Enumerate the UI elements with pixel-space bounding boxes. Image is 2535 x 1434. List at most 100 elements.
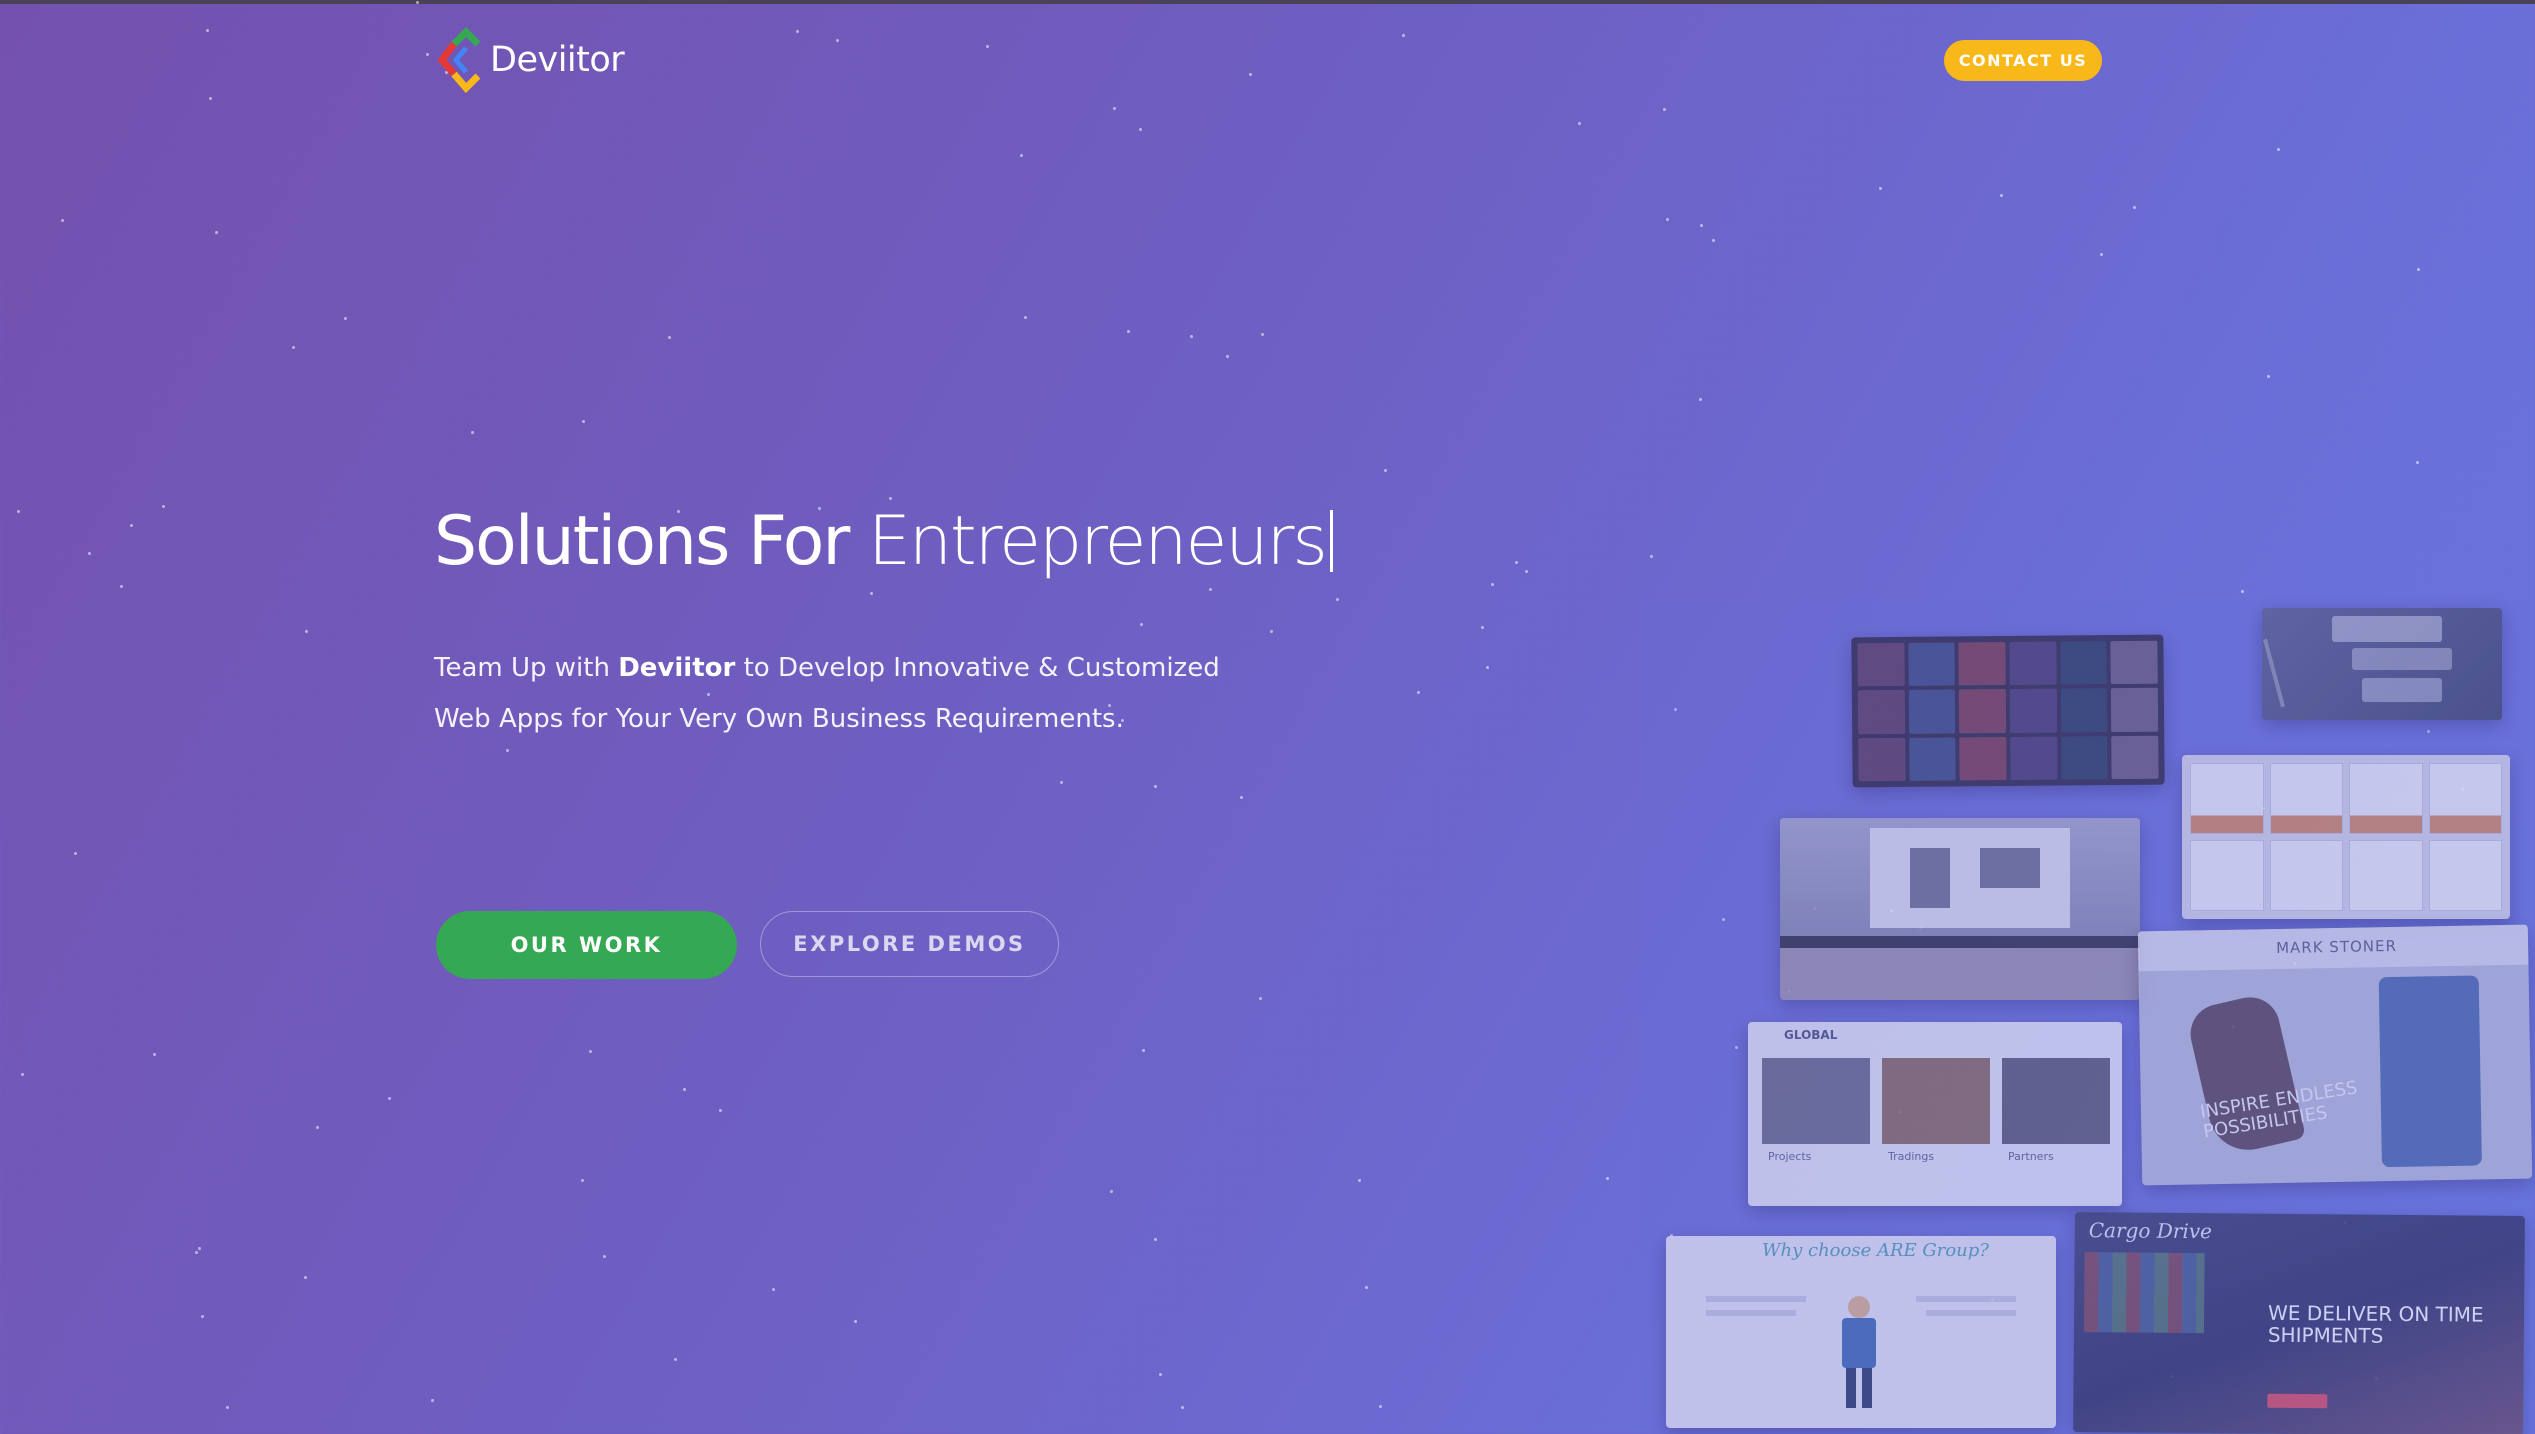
star-dot <box>2133 206 2136 209</box>
star-dot <box>388 1097 391 1100</box>
star-dot <box>1154 785 1157 788</box>
star-dot <box>796 30 799 33</box>
showcase-movie-grid[interactable] <box>1851 634 2165 788</box>
furniture-thumbnail <box>2428 763 2502 834</box>
our-work-button[interactable]: OUR WORK <box>436 911 737 979</box>
star-dot <box>1159 1373 1162 1376</box>
star-dot <box>1722 918 1725 921</box>
star-dot <box>1700 224 1703 227</box>
star-dot <box>1110 1190 1113 1193</box>
window-top-border <box>0 0 2535 4</box>
star-dot <box>1127 330 1130 333</box>
furniture-thumbnail <box>2269 840 2343 911</box>
star-dot <box>581 1179 584 1182</box>
logo-icon <box>434 22 490 98</box>
star-dot <box>201 1315 204 1318</box>
star-dot <box>130 524 133 527</box>
star-dot <box>431 1399 434 1402</box>
movie-thumbnail <box>1959 736 2007 781</box>
star-dot <box>1379 1405 1382 1408</box>
star-dot <box>1249 73 1252 76</box>
star-dot <box>120 585 123 588</box>
star-dot <box>1020 154 1023 157</box>
star-dot <box>195 1251 198 1254</box>
star-dot <box>1024 316 1027 319</box>
star-dot <box>426 53 429 56</box>
star-dot <box>88 552 91 555</box>
hero-title-static: Solutions For <box>434 502 850 581</box>
movie-thumbnail <box>1908 689 1956 734</box>
movie-thumbnail <box>1908 642 1956 687</box>
star-dot <box>1578 122 1581 125</box>
star-dot <box>1650 555 1653 558</box>
star-dot <box>198 1247 201 1250</box>
star-dot <box>215 231 218 234</box>
movie-thumbnail <box>1858 737 1906 782</box>
showcase-global-trading[interactable]: GLOBAL Projects Tradings Partners <box>1748 1022 2122 1206</box>
star-dot <box>870 592 873 595</box>
star-dot <box>1142 1049 1145 1052</box>
furniture-thumbnail <box>2190 763 2264 834</box>
showcase-are-group[interactable]: Why choose ARE Group? <box>1666 1236 2056 1428</box>
explore-demos-button[interactable]: EXPLORE DEMOS <box>760 911 1059 977</box>
star-dot <box>153 1053 156 1056</box>
global-col-3: Partners <box>2008 1150 2054 1163</box>
star-dot <box>305 630 308 633</box>
movie-thumbnail <box>2010 736 2058 780</box>
showcase-architecture[interactable] <box>1780 818 2140 1000</box>
showcase-photo-tools[interactable] <box>2262 608 2502 720</box>
showcase-mark-stoner[interactable]: MARK STONER INSPIRE ENDLESS POSSIBILITIE… <box>2137 924 2533 1186</box>
furniture-thumbnail <box>2349 763 2423 834</box>
star-dot <box>209 97 212 100</box>
star-dot <box>17 510 20 513</box>
star-dot <box>1402 34 1405 37</box>
are-heading: Why choose ARE Group? <box>1762 1240 1989 1261</box>
star-dot <box>589 1050 592 1053</box>
showcase-furniture-catalog[interactable] <box>2182 755 2510 919</box>
star-dot <box>1259 997 1262 1000</box>
logo-wordmark: Deviitor <box>490 40 625 80</box>
showcase-cargo-drive[interactable]: Cargo Drive WE DELIVER ON TIME SHIPMENTS <box>2073 1212 2525 1434</box>
star-dot <box>1226 355 1229 358</box>
star-dot <box>21 1073 24 1076</box>
movie-thumbnail <box>2060 688 2108 733</box>
star-dot <box>1240 796 1243 799</box>
movie-thumbnail <box>2060 641 2108 685</box>
movie-thumbnail <box>1857 642 1905 687</box>
star-dot <box>719 1109 722 1112</box>
movie-thumbnail <box>2111 688 2159 732</box>
typing-cursor <box>1329 510 1333 572</box>
star-dot <box>316 1126 319 1129</box>
hero-subtitle-brand: Deviitor <box>618 653 736 683</box>
star-dot <box>836 39 839 42</box>
star-dot <box>74 852 77 855</box>
star-dot <box>1181 1406 1184 1409</box>
star-dot <box>668 336 671 339</box>
star-dot <box>2267 375 2270 378</box>
star-dot <box>206 29 209 32</box>
contact-us-button[interactable]: CONTACT US <box>1944 40 2102 81</box>
star-dot <box>304 1276 307 1279</box>
star-dot <box>1154 1238 1157 1241</box>
hero-subtitle-rest: to Develop Innovative & Customized <box>743 653 1220 683</box>
brand-logo[interactable]: Deviitor <box>434 22 625 98</box>
star-dot <box>683 1088 686 1091</box>
movie-thumbnail <box>2111 735 2159 780</box>
star-dot <box>2416 461 2419 464</box>
star-dot <box>162 505 165 508</box>
star-dot <box>1365 1286 1368 1289</box>
furniture-thumbnail <box>2428 840 2502 911</box>
hero-subtitle: Team Up with Deviitor to Develop Innovat… <box>434 643 1334 745</box>
hero-title-typed-word: Entrepreneurs <box>867 502 1328 581</box>
star-dot <box>1113 107 1116 110</box>
star-dot <box>1358 1179 1361 1182</box>
mark-stoner-title: MARK STONER <box>2275 936 2398 958</box>
hero-title: Solutions For Entrepreneurs <box>434 502 1333 581</box>
star-dot <box>674 1358 677 1361</box>
star-dot <box>1140 623 1143 626</box>
cargo-headline: WE DELIVER ON TIME SHIPMENTS <box>2267 1300 2484 1348</box>
star-dot <box>471 431 474 434</box>
movie-thumbnail <box>2060 735 2108 780</box>
star-dot <box>1481 626 1484 629</box>
star-dot <box>889 497 892 500</box>
